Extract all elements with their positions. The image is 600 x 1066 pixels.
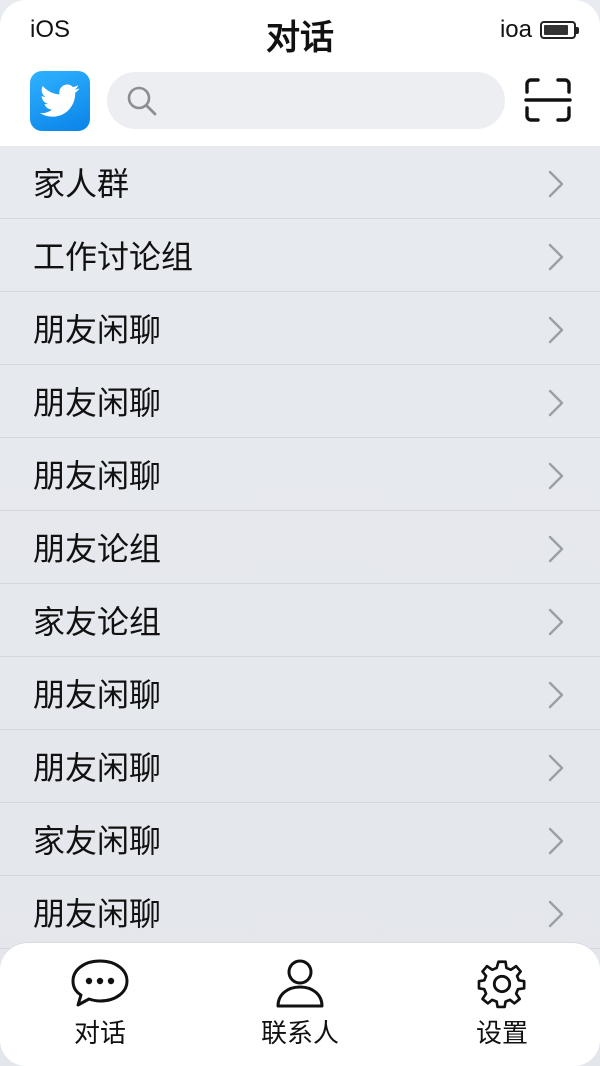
search-icon [127, 86, 157, 115]
conversation-label: 朋友闲聊 [33, 749, 162, 787]
search-input[interactable] [169, 88, 489, 113]
conversation-label: 家友闲聊 [33, 822, 162, 860]
chevron-right-icon [548, 170, 564, 198]
tab-contacts[interactable]: 联系人 [230, 957, 370, 1050]
conversation-row[interactable]: 家人群 [0, 146, 600, 219]
conversation-row[interactable]: 朋友闲聊 [0, 292, 600, 365]
status-network: ioa [499, 16, 532, 43]
conversation-row[interactable]: 朋友闲聊 [0, 365, 600, 438]
chevron-right-icon [548, 681, 564, 709]
bottom-tab-bar: 对话 联系人 设置 [0, 942, 600, 1066]
conversation-label: 工作讨论组 [33, 238, 194, 276]
conversation-label: 朋友闲聊 [33, 384, 162, 422]
conversation-row[interactable]: 工作讨论组 [0, 219, 600, 292]
scan-icon[interactable] [524, 78, 572, 122]
chevron-right-icon [548, 608, 564, 636]
chevron-right-icon [548, 535, 564, 563]
status-right: ioa [499, 16, 579, 44]
conversation-label: 朋友论组 [33, 530, 162, 568]
conversation-label: 朋友闲聊 [33, 311, 162, 349]
chevron-right-icon [548, 462, 564, 490]
twitter-bird-icon[interactable] [30, 71, 90, 131]
top-header: iOS 对话 ioa [0, 0, 600, 146]
chevron-right-icon [548, 900, 564, 928]
conversation-row[interactable]: 朋友论组 [0, 511, 600, 584]
tab-settings[interactable]: 设置 [432, 957, 572, 1050]
tab-label: 设置 [475, 1019, 528, 1049]
conversation-label: 家人群 [33, 165, 130, 203]
search-bar[interactable] [107, 72, 505, 129]
conversation-row[interactable]: 朋友闲聊 [0, 438, 600, 511]
conversation-list: 家人群 工作讨论组 朋友闲聊 朋友闲聊 朋友闲聊 朋友论组 家友论组 朋友闲聊 [0, 146, 600, 949]
chevron-right-icon [548, 827, 564, 855]
conversation-row[interactable]: 家友论组 [0, 584, 600, 657]
tab-label: 联系人 [260, 1019, 339, 1049]
chat-bubble-icon [71, 959, 129, 1007]
phone-screen: iOS 对话 ioa 家人群 工作讨论组 朋友闲聊 朋友闲聊 朋友闲聊 朋友论组… [0, 0, 600, 1066]
conversation-row[interactable]: 朋友闲聊 [0, 657, 600, 730]
conversation-label: 朋友闲聊 [33, 457, 162, 495]
conversation-row[interactable]: 朋友闲聊 [0, 730, 600, 803]
conversation-label: 朋友闲聊 [33, 895, 162, 933]
tab-label: 对话 [73, 1019, 126, 1049]
conversation-label: 朋友闲聊 [33, 676, 162, 714]
chevron-right-icon [548, 389, 564, 417]
gear-icon [477, 960, 526, 1009]
battery-icon [540, 21, 579, 39]
conversation-row[interactable]: 家友闲聊 [0, 803, 600, 876]
conversation-row[interactable]: 朋友闲聊 [0, 876, 600, 949]
chevron-right-icon [548, 316, 564, 344]
person-icon [276, 959, 324, 1008]
conversation-label: 家友论组 [33, 603, 162, 641]
chevron-right-icon [548, 243, 564, 271]
tab-conversations[interactable]: 对话 [30, 957, 170, 1050]
chevron-right-icon [548, 754, 564, 782]
